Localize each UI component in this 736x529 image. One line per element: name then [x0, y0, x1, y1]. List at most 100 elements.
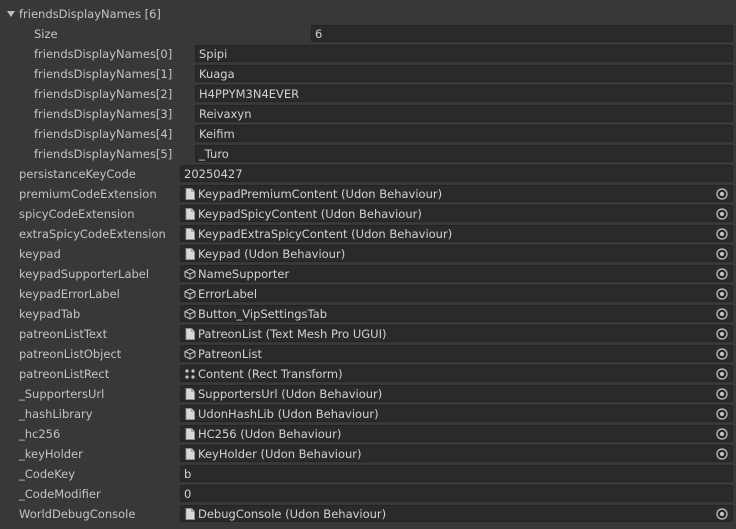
array-element-field[interactable]: _Turo — [195, 145, 733, 162]
property-row: keypad Keypad (Udon Behaviour) — [0, 244, 736, 264]
property-field[interactable]: DebugConsole (Udon Behaviour) — [180, 505, 733, 522]
object-picker-icon[interactable] — [716, 208, 728, 220]
object-picker-icon[interactable] — [716, 388, 728, 400]
array-element-value: _Turo — [199, 146, 229, 161]
object-picker-icon[interactable] — [716, 228, 728, 240]
property-field[interactable]: HC256 (Udon Behaviour) — [180, 425, 733, 442]
property-label: _hc256 — [19, 427, 61, 441]
array-foldout-header[interactable]: friendsDisplayNames [6] — [0, 4, 736, 24]
array-element-value: Reivaxyn — [199, 106, 252, 121]
array-element-field[interactable]: Kuaga — [195, 65, 733, 82]
object-picker-icon[interactable] — [716, 408, 728, 420]
property-value: KeypadPremiumContent (Udon Behaviour) — [198, 186, 443, 201]
property-value: Button_VipSettingsTab — [198, 306, 328, 321]
object-picker-icon[interactable] — [716, 428, 728, 440]
property-row: keypadTab Button_VipSettingsTab — [0, 304, 736, 324]
property-label: keypad — [19, 247, 61, 261]
property-value: Keypad (Udon Behaviour) — [198, 246, 346, 261]
object-picker-icon[interactable] — [716, 328, 728, 340]
foldout-arrow-icon[interactable] — [7, 11, 15, 17]
property-field[interactable]: KeypadSpicyContent (Udon Behaviour) — [180, 205, 733, 222]
object-picker-icon[interactable] — [716, 268, 728, 280]
property-value: b — [184, 466, 192, 481]
property-field[interactable]: KeypadPremiumContent (Udon Behaviour) — [180, 185, 733, 202]
size-field[interactable]: 6 — [311, 25, 733, 42]
array-element-label: friendsDisplayNames[1] — [34, 67, 173, 81]
property-label: _CodeKey — [19, 467, 76, 481]
array-element-value: Keifim — [199, 126, 235, 141]
array-element-field[interactable]: Spipi — [195, 45, 733, 62]
property-field[interactable]: PatreonList — [180, 345, 733, 362]
property-field[interactable]: SupportersUrl (Udon Behaviour) — [180, 385, 733, 402]
property-field[interactable]: 20250427 — [180, 165, 733, 182]
property-field[interactable]: NameSupporter — [180, 265, 733, 282]
array-element-label: friendsDisplayNames[3] — [34, 107, 173, 121]
array-element-field[interactable]: Reivaxyn — [195, 105, 733, 122]
property-field[interactable]: b — [180, 465, 733, 482]
property-field[interactable]: PatreonList (Text Mesh Pro UGUI) — [180, 325, 733, 342]
property-label: spicyCodeExtension — [19, 207, 135, 221]
property-value: HC256 (Udon Behaviour) — [198, 426, 342, 441]
property-row: _CodeModifier 0 — [0, 484, 736, 504]
script-icon — [184, 447, 196, 460]
property-label: patreonListRect — [19, 367, 110, 381]
script-icon — [184, 427, 196, 440]
gameobject-icon — [184, 287, 196, 300]
object-picker-icon[interactable] — [716, 308, 728, 320]
property-value: Content (Rect Transform) — [198, 366, 343, 381]
object-picker-icon[interactable] — [716, 368, 728, 380]
array-element-row: friendsDisplayNames[1] Kuaga — [0, 64, 736, 84]
array-element-field[interactable]: Keifim — [195, 125, 733, 142]
property-label: _SupportersUrl — [19, 387, 105, 401]
gameobject-icon — [184, 347, 196, 360]
gameobject-icon — [184, 307, 196, 320]
property-row: _keyHolder KeyHolder (Udon Behaviour) — [0, 444, 736, 464]
property-value: DebugConsole (Udon Behaviour) — [198, 506, 387, 521]
script-icon — [184, 407, 196, 420]
property-field[interactable]: KeyHolder (Udon Behaviour) — [180, 445, 733, 462]
property-value: 0 — [184, 486, 192, 501]
object-picker-icon[interactable] — [716, 188, 728, 200]
array-element-row: friendsDisplayNames[3] Reivaxyn — [0, 104, 736, 124]
array-element-field[interactable]: H4PPYM3N4EVER — [195, 85, 733, 102]
property-row: persistanceKeyCode 20250427 — [0, 164, 736, 184]
array-size-row: Size 6 — [0, 24, 736, 44]
array-element-label: friendsDisplayNames[5] — [34, 147, 173, 161]
property-label: keypadErrorLabel — [19, 287, 120, 301]
property-label: extraSpicyCodeExtension — [19, 227, 166, 241]
property-row: extraSpicyCodeExtension KeypadExtraSpicyC… — [0, 224, 736, 244]
script-icon — [184, 507, 196, 520]
property-value: UdonHashLib (Udon Behaviour) — [198, 406, 379, 421]
object-picker-icon[interactable] — [716, 448, 728, 460]
object-picker-icon[interactable] — [716, 288, 728, 300]
object-picker-icon[interactable] — [716, 248, 728, 260]
property-field[interactable]: Keypad (Udon Behaviour) — [180, 245, 733, 262]
property-row: patreonListText PatreonList (Text Mesh Pr… — [0, 324, 736, 344]
array-element-value: Kuaga — [199, 66, 235, 81]
size-label: Size — [34, 27, 58, 41]
property-value: KeypadExtraSpicyContent (Udon Behaviour) — [198, 226, 453, 241]
property-field[interactable]: 0 — [180, 485, 733, 502]
property-field[interactable]: KeypadExtraSpicyContent (Udon Behaviour) — [180, 225, 733, 242]
property-value: KeyHolder (Udon Behaviour) — [198, 446, 362, 461]
property-field[interactable]: Button_VipSettingsTab — [180, 305, 733, 322]
property-label: persistanceKeyCode — [19, 167, 136, 181]
script-icon — [184, 207, 196, 220]
property-field[interactable]: Content (Rect Transform) — [180, 365, 733, 382]
script-icon — [184, 187, 196, 200]
property-row: patreonListRect Content (Rect Transform) — [0, 364, 736, 384]
array-element-label: friendsDisplayNames[0] — [34, 47, 173, 61]
property-value: SupportersUrl (Udon Behaviour) — [198, 386, 383, 401]
property-field[interactable]: ErrorLabel — [180, 285, 733, 302]
property-row: _hashLibrary UdonHashLib (Udon Behaviour) — [0, 404, 736, 424]
property-row: _hc256 HC256 (Udon Behaviour) — [0, 424, 736, 444]
property-label: patreonListText — [19, 327, 108, 341]
property-label: _keyHolder — [19, 447, 83, 461]
property-label: WorldDebugConsole — [19, 507, 136, 521]
property-value: ErrorLabel — [198, 286, 258, 301]
object-picker-icon[interactable] — [716, 348, 728, 360]
property-row: keypadSupporterLabel NameSupporter — [0, 264, 736, 284]
object-picker-icon[interactable] — [716, 508, 728, 520]
property-value: 20250427 — [184, 166, 243, 181]
property-field[interactable]: UdonHashLib (Udon Behaviour) — [180, 405, 733, 422]
